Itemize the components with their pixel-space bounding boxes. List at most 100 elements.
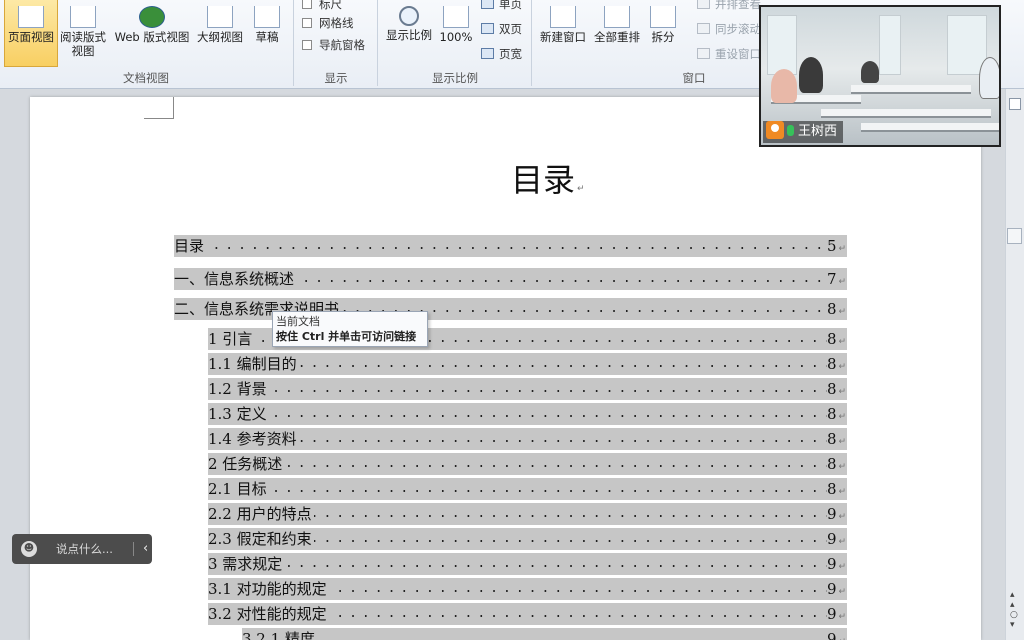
arrange-all-label: 全部重排: [594, 30, 640, 44]
paragraph-mark: ↵: [838, 487, 847, 497]
two-pages-button[interactable]: 双页: [481, 21, 522, 37]
sync-scroll-button[interactable]: 同步滚动: [697, 21, 761, 37]
toc-entry[interactable]: ........................................…: [242, 628, 847, 640]
toc-entry-label: 3.2 对性能的规定: [208, 603, 329, 625]
reading-view-button[interactable]: 阅读版式 视图: [58, 6, 108, 58]
toc-entry[interactable]: ........................................…: [208, 553, 847, 575]
draft-view-button[interactable]: 草稿: [250, 6, 284, 44]
toc-leader-dots: ........................................…: [208, 481, 827, 496]
toc-entry[interactable]: ........................................…: [174, 235, 847, 257]
reset-window-label: 重设窗口: [715, 47, 761, 61]
window-shape: [767, 15, 797, 75]
comment-placeholder[interactable]: 说点什么...: [56, 534, 113, 564]
paragraph-mark: ↵: [838, 307, 847, 317]
toc-entry[interactable]: ........................................…: [208, 353, 847, 375]
page-number-text: 8: [827, 380, 837, 398]
participant-figure: [979, 57, 999, 99]
participant-name: 王树西: [798, 124, 838, 139]
zoom-button[interactable]: 显示比例: [384, 6, 434, 42]
one-page-label: 单页: [499, 0, 522, 11]
participant-figure: [799, 57, 823, 93]
toc-entry[interactable]: ........................................…: [208, 378, 847, 400]
group-divider: [377, 0, 378, 86]
side-by-side-button[interactable]: 并排查看: [697, 0, 761, 12]
participant-figure: [861, 61, 879, 83]
comment-input-box[interactable]: ☻ 说点什么... ‹: [12, 534, 152, 564]
page-number-text: 9: [827, 530, 837, 548]
toc-entry-label: 1.3 定义: [208, 403, 269, 425]
ruler-toggle-icon[interactable]: [1009, 98, 1021, 110]
toc-entry[interactable]: ........................................…: [208, 403, 847, 425]
vertical-scrollbar[interactable]: [1005, 89, 1024, 640]
toc-page-number: 8 ↵: [827, 378, 847, 400]
magnifier-icon: [399, 6, 419, 26]
toc-page-number: 8 ↵: [827, 453, 847, 475]
emoji-icon[interactable]: ☻: [21, 541, 37, 557]
toc-entry[interactable]: ........................................…: [208, 578, 847, 600]
toc-page-number: 8 ↵: [827, 298, 847, 320]
toc-page-number: 8 ↵: [827, 403, 847, 425]
scroll-nav-icons[interactable]: ▴ ▴ ○ ▾: [1010, 590, 1018, 630]
tooltip-hint: 按住 Ctrl 并单击可访问链接: [276, 330, 417, 343]
participant-figure: [771, 69, 797, 103]
paragraph-mark: ↵: [838, 612, 847, 622]
toc-entry[interactable]: ........................................…: [208, 478, 847, 500]
page-width-button[interactable]: 页宽: [481, 46, 522, 62]
gridlines-checkbox[interactable]: 网格线: [302, 15, 354, 31]
new-window-button[interactable]: 新建窗口: [537, 6, 589, 44]
group-title-doc-views: 文档视图: [123, 71, 169, 85]
split-label: 拆分: [651, 30, 675, 44]
paragraph-mark: ↵: [838, 244, 847, 254]
divider: [133, 542, 134, 556]
collapse-arrow-icon[interactable]: ‹: [143, 534, 148, 564]
page-view-button[interactable]: 页面视图: [4, 0, 58, 67]
page-number-text: 9: [827, 630, 837, 640]
toc-entry-label: 2 任务概述: [208, 453, 285, 475]
toc-page-number: 9↵: [827, 628, 847, 640]
new-window-label: 新建窗口: [540, 30, 586, 44]
page-number-text: 8: [827, 405, 837, 423]
toc-entry[interactable]: ........................................…: [208, 603, 847, 625]
arrange-all-button[interactable]: 全部重排: [591, 6, 643, 44]
zoom-100-button[interactable]: 100%: [438, 6, 474, 44]
toc-leader-dots: ........................................…: [208, 431, 827, 446]
draft-view-icon: [254, 6, 280, 28]
video-call-window[interactable]: 王树西: [759, 5, 1001, 147]
paragraph-mark: ↵: [838, 362, 847, 372]
ruler-checkbox[interactable]: 标尺: [302, 0, 342, 12]
one-page-button[interactable]: 单页: [481, 0, 522, 12]
gridlines-label: 网格线: [319, 16, 354, 30]
paragraph-mark: ↵: [838, 277, 847, 287]
user-avatar-icon: [766, 121, 784, 139]
outline-view-button[interactable]: 大纲视图: [194, 6, 246, 44]
zoom-label: 显示比例: [386, 28, 432, 42]
split-button[interactable]: 拆分: [646, 6, 680, 44]
toc-leader-dots: ........................................…: [208, 381, 827, 396]
scrollbar-thumb[interactable]: [1007, 228, 1022, 244]
toc-entry[interactable]: ........................................…: [174, 268, 847, 290]
nav-pane-checkbox[interactable]: 导航窗格: [302, 37, 365, 53]
toc-entry-label: 1 引言: [208, 328, 255, 350]
web-view-button[interactable]: Web 版式视图: [111, 6, 193, 44]
toc-entry[interactable]: ........................................…: [208, 528, 847, 550]
group-title-show: 显示: [324, 71, 348, 85]
window-shape: [879, 15, 901, 75]
group-title-window: 窗口: [682, 71, 706, 85]
toc-leader-dots: ........................................…: [208, 406, 827, 421]
toc-page-number: 9↵: [827, 503, 847, 525]
sync-scroll-label: 同步滚动: [715, 22, 761, 36]
arrange-all-icon: [604, 6, 630, 28]
toc-entry-label: 1.4 参考资料: [208, 428, 299, 450]
toc-entry[interactable]: ........................................…: [208, 428, 847, 450]
paragraph-mark: ↵: [838, 562, 847, 572]
tooltip-title: 当前文档: [276, 315, 320, 328]
toc-page-number: 8 ↵: [827, 428, 847, 450]
page-number-text: 8: [827, 300, 837, 318]
toc-entry-label: 一、信息系统概述: [174, 268, 297, 290]
toc-entry-label: 1.1 编制目的: [208, 353, 299, 375]
reset-window-button[interactable]: 重设窗口: [697, 46, 761, 62]
toc-entry[interactable]: ........................................…: [208, 503, 847, 525]
toc-entry[interactable]: ........................................…: [208, 453, 847, 475]
toc-page-number: 7 ↵: [827, 268, 847, 290]
page-number-text: 9: [827, 555, 837, 573]
